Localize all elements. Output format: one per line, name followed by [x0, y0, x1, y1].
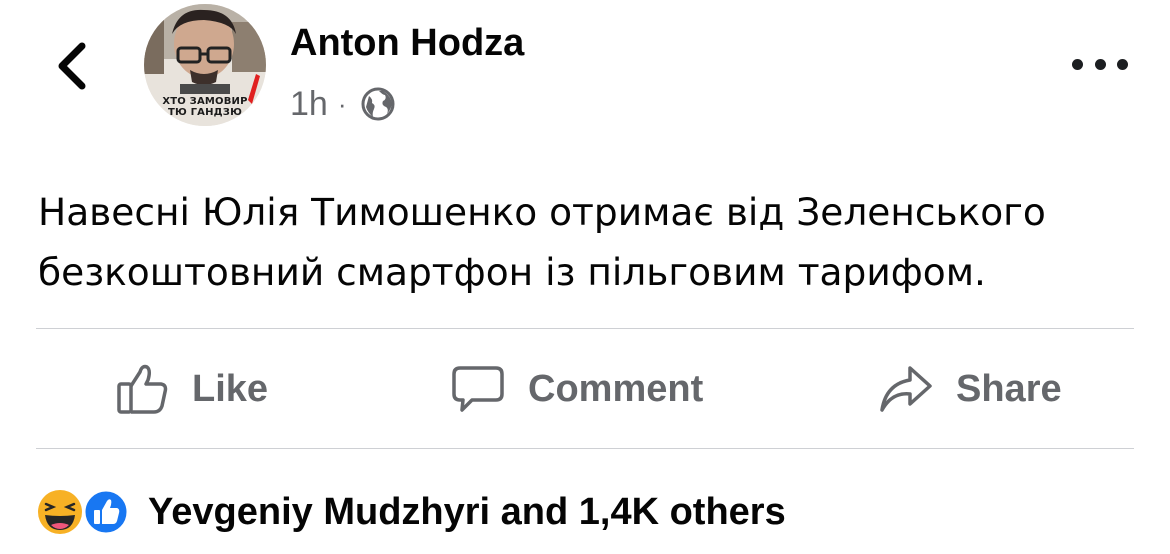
share-label: Share	[956, 367, 1062, 410]
avatar-caption-line: ХТО ЗАМОВИР	[162, 96, 248, 107]
post-text-line: Навесні Юлія Тимошенко отримає від Зелен…	[38, 190, 1046, 234]
avatar-caption-line: ТЮ ГАНДЗЮ	[167, 107, 243, 118]
divider	[36, 448, 1134, 449]
author-name[interactable]: Anton Hodza	[290, 22, 524, 65]
divider	[36, 328, 1134, 329]
thumbs-up-icon	[117, 364, 168, 414]
reactions-summary-text[interactable]: Yevgeniy Mudzhyri and 1,4K others	[148, 491, 786, 534]
like-button[interactable]: Like	[116, 330, 268, 448]
more-options-button[interactable]	[1072, 50, 1128, 78]
chevron-left-icon	[58, 42, 86, 90]
like-reaction-icon	[82, 488, 130, 536]
reactions-summary: Yevgeniy Mudzhyri and 1,4K others	[36, 486, 786, 538]
post-text-line: безкоштовний смартфон із пільговим тариф…	[38, 250, 986, 294]
comment-bubble-icon	[452, 366, 504, 412]
avatar-caption: ХТО ЗАМОВИР ТЮ ГАНДЗЮ	[144, 96, 266, 118]
post-text: Навесні Юлія Тимошенко отримає від Зелен…	[38, 182, 1138, 302]
like-label: Like	[192, 367, 269, 410]
back-button[interactable]	[44, 38, 100, 94]
haha-icon	[38, 490, 82, 534]
reaction-icons[interactable]	[36, 487, 136, 537]
post-meta: 1h ·	[290, 84, 395, 124]
globe-icon[interactable]	[361, 87, 395, 121]
comment-label: Comment	[528, 367, 704, 410]
more-dot	[1094, 58, 1106, 70]
meta-separator: ·	[337, 88, 347, 119]
post-actions: Like Comment Share	[36, 330, 1134, 448]
more-dot	[1072, 58, 1083, 70]
comment-button[interactable]: Comment	[450, 330, 703, 448]
more-dot	[1117, 58, 1128, 70]
share-button[interactable]: Share	[878, 330, 1062, 448]
post-time[interactable]: 1h	[290, 85, 328, 124]
avatar[interactable]: ХТО ЗАМОВИР ТЮ ГАНДЗЮ	[144, 4, 266, 126]
share-arrow-icon	[880, 366, 932, 412]
